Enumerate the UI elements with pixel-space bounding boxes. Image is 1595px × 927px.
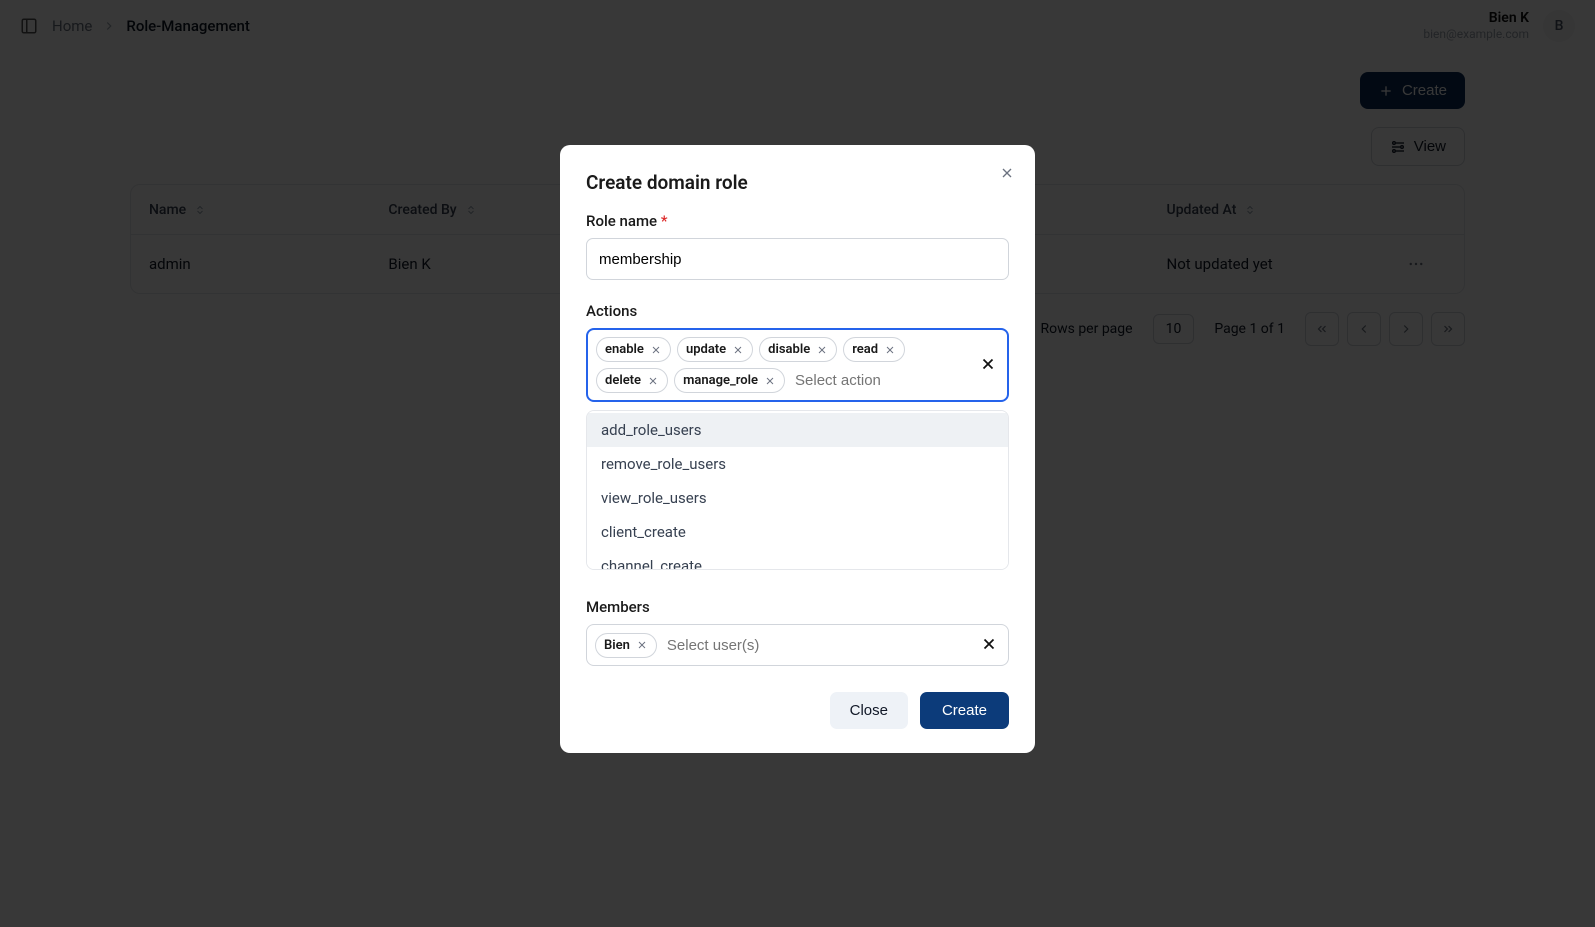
dialog-title: Create domain role: [586, 171, 1009, 194]
modal-overlay[interactable]: Create domain role Role name * Actions e…: [0, 0, 1595, 927]
role-name-input[interactable]: [586, 238, 1009, 280]
action-chip: read: [843, 337, 905, 362]
chip-label: update: [686, 342, 726, 357]
dialog-close-action[interactable]: Close: [830, 692, 908, 729]
dropdown-option[interactable]: remove_role_users: [587, 447, 1008, 481]
dropdown-option[interactable]: add_role_users: [587, 413, 1008, 447]
members-search-input[interactable]: [663, 633, 972, 658]
create-role-dialog: Create domain role Role name * Actions e…: [560, 145, 1035, 753]
chip-label: enable: [605, 342, 644, 357]
role-name-label-text: Role name: [586, 212, 657, 230]
dialog-create-action[interactable]: Create: [920, 692, 1009, 729]
action-chip: manage_role: [674, 368, 785, 393]
actions-search-input[interactable]: [791, 368, 971, 393]
chip-label: delete: [605, 373, 641, 388]
chip-label: Bien: [604, 638, 630, 653]
member-chip: Bien: [595, 633, 657, 658]
action-chip: delete: [596, 368, 668, 393]
members-label: Members: [586, 598, 1009, 616]
chip-label: read: [852, 342, 878, 357]
chip-remove-icon[interactable]: [764, 375, 776, 387]
actions-multiselect[interactable]: enable update disable read delete manage…: [586, 328, 1009, 402]
action-chip: disable: [759, 337, 837, 362]
dialog-close-button[interactable]: [995, 161, 1019, 185]
close-icon: [980, 635, 998, 653]
close-icon: [979, 355, 997, 373]
role-name-label: Role name *: [586, 212, 1009, 230]
dropdown-option[interactable]: channel_create: [587, 549, 1008, 570]
dialog-footer: Close Create: [586, 692, 1009, 729]
action-chip: update: [677, 337, 753, 362]
close-icon: [999, 165, 1015, 181]
chip-remove-icon[interactable]: [884, 344, 896, 356]
members-clear-button[interactable]: [980, 635, 1000, 655]
actions-clear-button[interactable]: [979, 355, 999, 375]
chip-remove-icon[interactable]: [647, 375, 659, 387]
chip-label: disable: [768, 342, 810, 357]
chip-remove-icon[interactable]: [732, 344, 744, 356]
chip-remove-icon[interactable]: [636, 639, 648, 651]
required-indicator: *: [661, 212, 668, 230]
chip-remove-icon[interactable]: [650, 344, 662, 356]
chip-remove-icon[interactable]: [816, 344, 828, 356]
action-chip: enable: [596, 337, 671, 362]
dropdown-option[interactable]: client_create: [587, 515, 1008, 549]
members-multiselect[interactable]: Bien: [586, 624, 1009, 666]
chip-label: manage_role: [683, 373, 758, 388]
dropdown-option[interactable]: view_role_users: [587, 481, 1008, 515]
actions-label: Actions: [586, 302, 1009, 320]
actions-dropdown[interactable]: add_role_users remove_role_users view_ro…: [586, 410, 1009, 570]
